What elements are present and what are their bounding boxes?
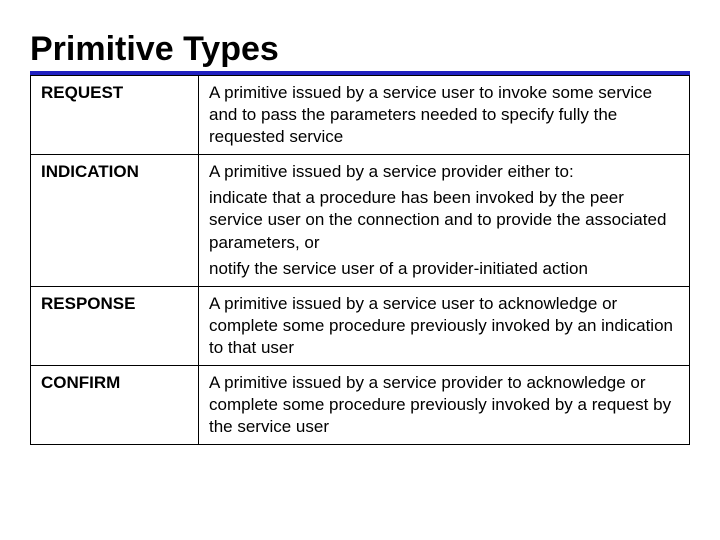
primitive-desc: A primitive issued by a service provider… [199, 366, 690, 445]
table-row: RESPONSE A primitive issued by a service… [31, 286, 690, 365]
primitive-name: INDICATION [31, 155, 199, 286]
primitive-name: RESPONSE [31, 286, 199, 365]
primitive-desc: A primitive issued by a service user to … [199, 76, 690, 155]
table-row: INDICATION A primitive issued by a servi… [31, 155, 690, 286]
table-row: REQUEST A primitive issued by a service … [31, 76, 690, 155]
table-row: CONFIRM A primitive issued by a service … [31, 366, 690, 445]
primitive-desc: A primitive issued by a service user to … [199, 286, 690, 365]
page-title: Primitive Types [30, 30, 690, 69]
primitive-types-table: REQUEST A primitive issued by a service … [30, 75, 690, 445]
primitive-name: CONFIRM [31, 366, 199, 445]
primitive-desc: A primitive issued by a service provider… [199, 155, 690, 286]
slide-content: Primitive Types REQUEST A primitive issu… [0, 0, 720, 465]
primitive-name: REQUEST [31, 76, 199, 155]
